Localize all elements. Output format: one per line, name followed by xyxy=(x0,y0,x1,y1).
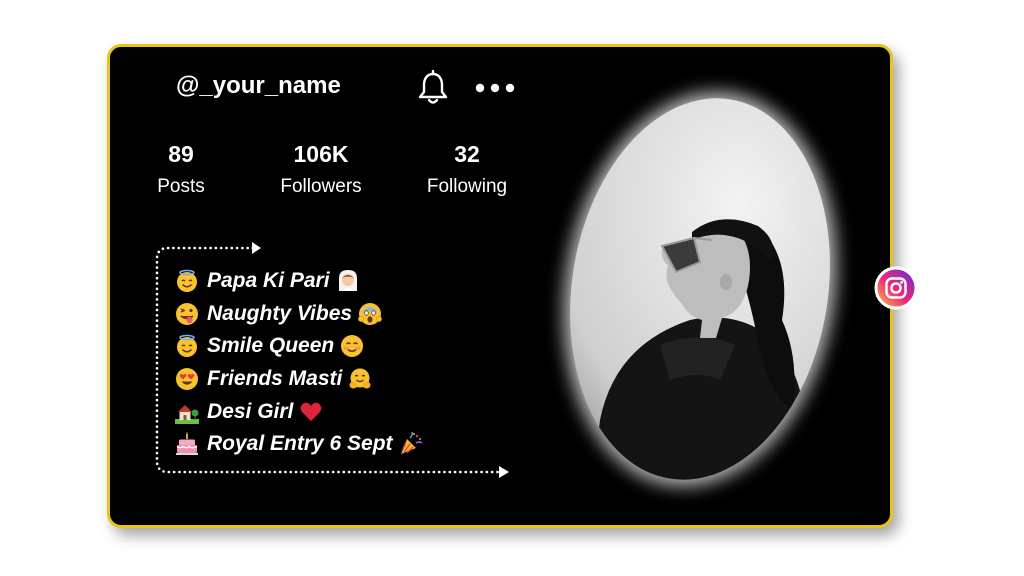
instagram-icon[interactable] xyxy=(874,266,918,310)
profile-photo[interactable] xyxy=(0,0,1024,576)
